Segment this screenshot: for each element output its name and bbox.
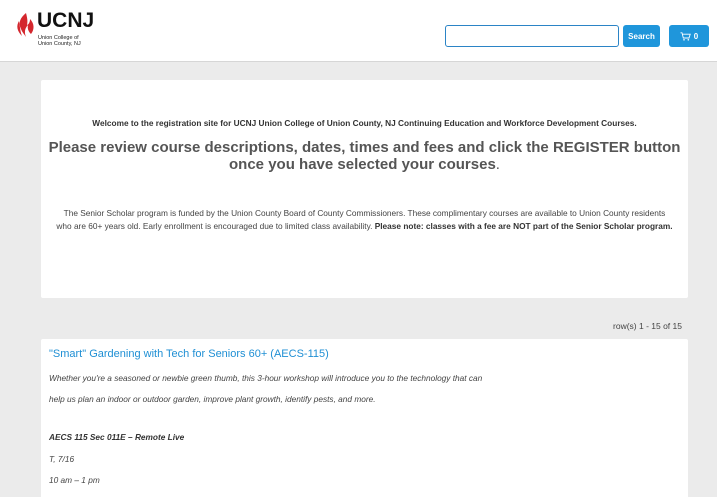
logo-subtitle-line2: Union County, NJ <box>38 41 81 47</box>
headline-tail: . <box>495 156 500 173</box>
cart-icon <box>680 31 691 41</box>
course-description-line2: help us plan an indoor or outdoor garden… <box>49 394 376 404</box>
search-button[interactable]: Search <box>623 25 660 47</box>
course-card: "Smart" Gardening with Tech for Seniors … <box>41 339 688 497</box>
senior-scholar-note: Please note: classes with a fee are NOT … <box>374 221 673 231</box>
logo-brand-text: UCNJ <box>37 9 95 32</box>
course-section-name: AECS 115 Sec 011E – Remote Live <box>49 432 185 442</box>
results-row-count: row(s) 1 - 15 of 15 <box>613 321 682 331</box>
welcome-panel: Welcome to the registration site for UCN… <box>41 80 688 298</box>
welcome-intro: Welcome to the registration site for UCN… <box>92 118 637 128</box>
page-headline: Please review course descriptions, dates… <box>41 139 688 173</box>
search-input[interactable] <box>445 25 619 47</box>
flame-logo-icon <box>17 13 34 37</box>
course-section-time: 10 am – 1 pm <box>49 475 100 485</box>
senior-scholar-info: The Senior Scholar program is funded by … <box>55 207 674 233</box>
cart-button[interactable]: 0 <box>669 25 709 47</box>
course-title-link[interactable]: "Smart" Gardening with Tech for Seniors … <box>49 348 329 360</box>
course-section-day: T, 7/16 <box>49 454 75 464</box>
course-description-line1: Whether you're a seasoned or newbie gree… <box>49 373 483 383</box>
site-header: UCNJ Union College of Union County, NJ S… <box>0 0 717 62</box>
headline-text: Please review course descriptions, dates… <box>48 139 681 173</box>
ucnj-logo[interactable]: UCNJ Union College of Union County, NJ <box>16 10 106 50</box>
cart-count: 0 <box>693 31 699 41</box>
